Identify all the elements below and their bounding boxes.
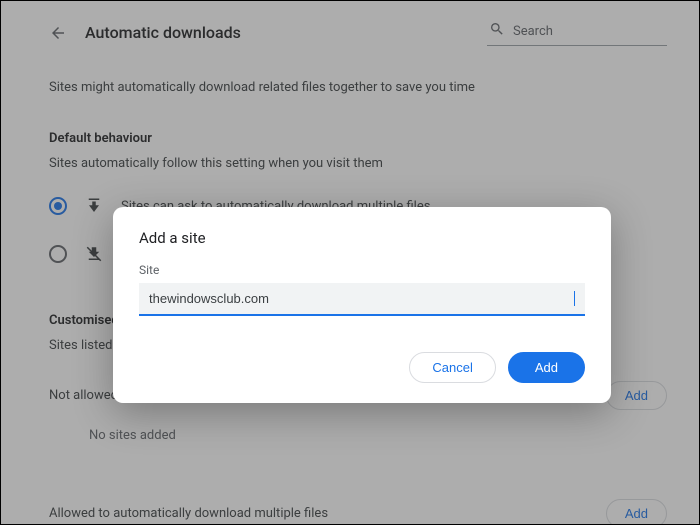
cancel-button[interactable]: Cancel (409, 352, 495, 383)
dialog-title: Add a site (139, 229, 585, 247)
site-input[interactable] (149, 291, 575, 306)
add-button[interactable]: Add (508, 352, 585, 383)
dialog-actions: Cancel Add (139, 352, 585, 383)
site-field-label: Site (139, 263, 585, 277)
add-site-dialog: Add a site Site Cancel Add (113, 207, 611, 403)
text-caret (574, 291, 575, 306)
site-input-wrap[interactable] (139, 283, 585, 316)
